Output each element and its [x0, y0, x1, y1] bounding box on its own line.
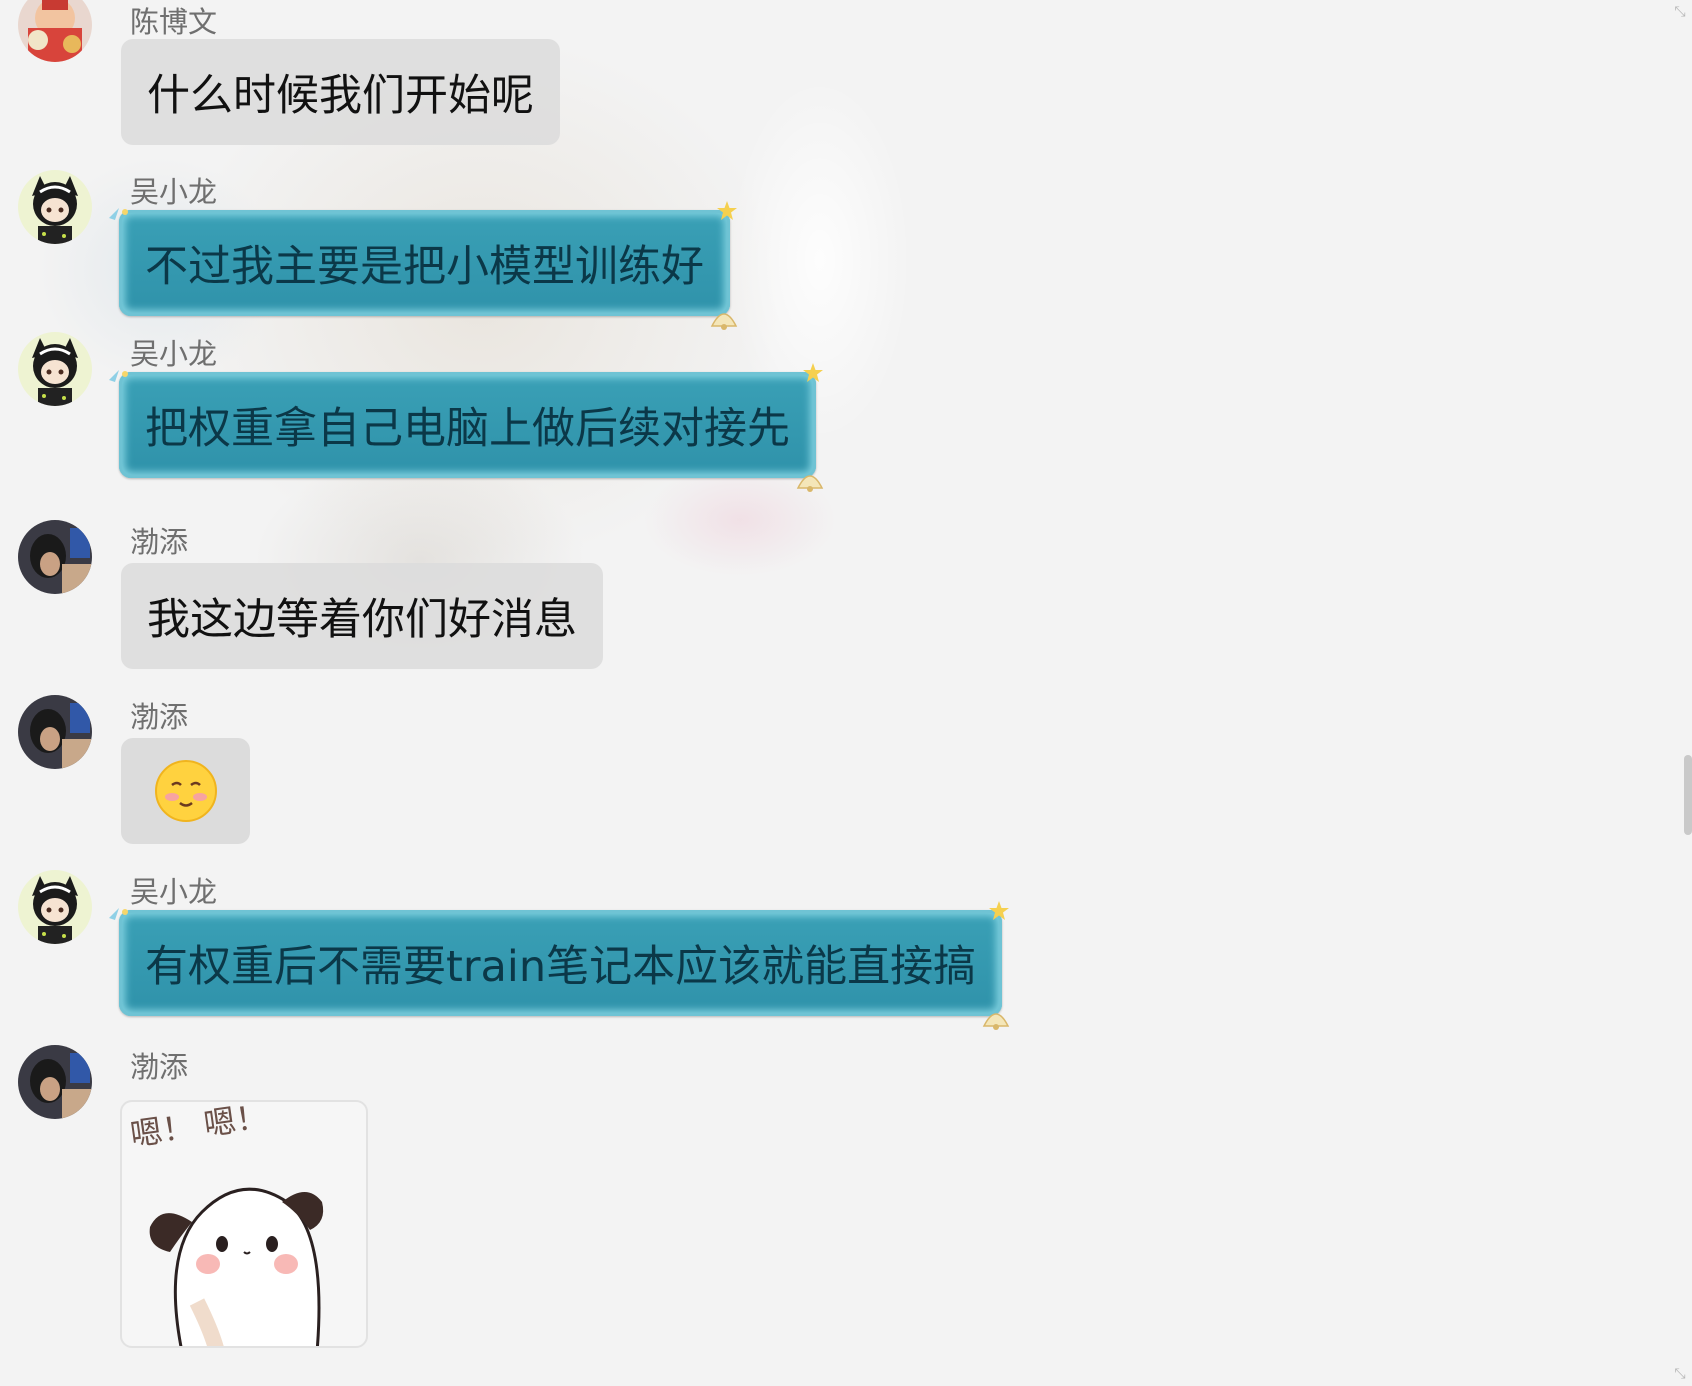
sender-name: 陈博文 [130, 5, 218, 39]
sparkle-decoration-icon [109, 908, 128, 920]
sticker-message[interactable]: 嗯！ 嗯！ [120, 1100, 368, 1348]
sender-avatar[interactable] [18, 520, 92, 594]
message-bubble[interactable]: 有权重后不需要train笔记本应该就能直接搞 [109, 901, 1010, 1030]
message-item: 渤添 我这边等着你们好消息 [0, 520, 1100, 670]
sender-avatar[interactable] [18, 1045, 92, 1119]
star-decoration-icon [717, 201, 737, 220]
message-bubble[interactable]: 什么时候我们开始呢 [121, 39, 560, 145]
message-text: 不过我主要是把小模型训练好 [145, 242, 704, 292]
chat-message-list[interactable]: 陈博文 什么时候我们开始呢 吴小龙 不过我主要是把小模型训练好 吴小龙 把权重拿… [0, 0, 1692, 1386]
message-text: 有权重后不需要train笔记本应该就能直接搞 [145, 942, 977, 992]
chat-scrollbar[interactable] [1684, 755, 1692, 835]
sender-avatar[interactable] [18, 870, 92, 944]
message-item: 渤添 嗯！ 嗯！ [0, 1045, 1100, 1386]
bell-decoration-icon [982, 1013, 1010, 1030]
sender-avatar[interactable] [18, 0, 92, 62]
sender-avatar[interactable] [18, 332, 92, 406]
shy-smile-emoji-icon [154, 760, 217, 822]
sender-name: 吴小龙 [130, 875, 218, 909]
avatar-chenbowen-icon [18, 0, 92, 62]
message-item: 吴小龙 有权重后不需要train笔记本应该就能直接搞 [0, 870, 1100, 1030]
sparkle-decoration-icon [109, 208, 128, 220]
sender-name: 吴小龙 [130, 337, 218, 371]
message-item: 吴小龙 不过我主要是把小模型训练好 [0, 170, 1100, 330]
star-decoration-icon [989, 901, 1010, 920]
message-item: 渤添 [0, 695, 1100, 845]
star-decoration-icon [803, 363, 823, 382]
sender-name: 吴小龙 [130, 175, 218, 209]
puppy-sticker-icon: 嗯！ 嗯！ [128, 1102, 324, 1346]
bell-decoration-icon [710, 313, 738, 330]
avatar-botian-icon [18, 695, 92, 769]
sender-name: 渤添 [130, 700, 189, 734]
sender-name: 渤添 [130, 1050, 189, 1084]
bell-decoration-icon [796, 475, 824, 492]
avatar-wuxiaolong-icon [18, 870, 92, 944]
message-text: 把权重拿自己电脑上做后续对接先 [145, 404, 790, 454]
sender-avatar[interactable] [18, 695, 92, 769]
sender-name: 渤添 [130, 525, 189, 559]
emoji-message-bubble[interactable] [121, 738, 250, 844]
message-bubble[interactable]: 把权重拿自己电脑上做后续对接先 [109, 363, 824, 492]
scroll-down-icon[interactable]: ⤡ [1672, 1366, 1688, 1382]
avatar-wuxiaolong-icon [18, 332, 92, 406]
sparkle-decoration-icon [109, 370, 128, 382]
avatar-botian-icon [18, 1045, 92, 1119]
sender-avatar[interactable] [18, 170, 92, 244]
message-item: 陈博文 什么时候我们开始呢 [0, 0, 1100, 158]
scroll-up-icon[interactable]: ⤡ [1672, 4, 1688, 20]
avatar-botian-icon [18, 520, 92, 594]
avatar-wuxiaolong-icon [18, 170, 92, 244]
message-item: 吴小龙 把权重拿自己电脑上做后续对接先 [0, 332, 1100, 492]
message-bubble[interactable]: 不过我主要是把小模型训练好 [109, 201, 738, 330]
sticker-caption: 嗯！ 嗯！ [128, 1102, 270, 1154]
message-bubble[interactable]: 我这边等着你们好消息 [121, 563, 603, 669]
